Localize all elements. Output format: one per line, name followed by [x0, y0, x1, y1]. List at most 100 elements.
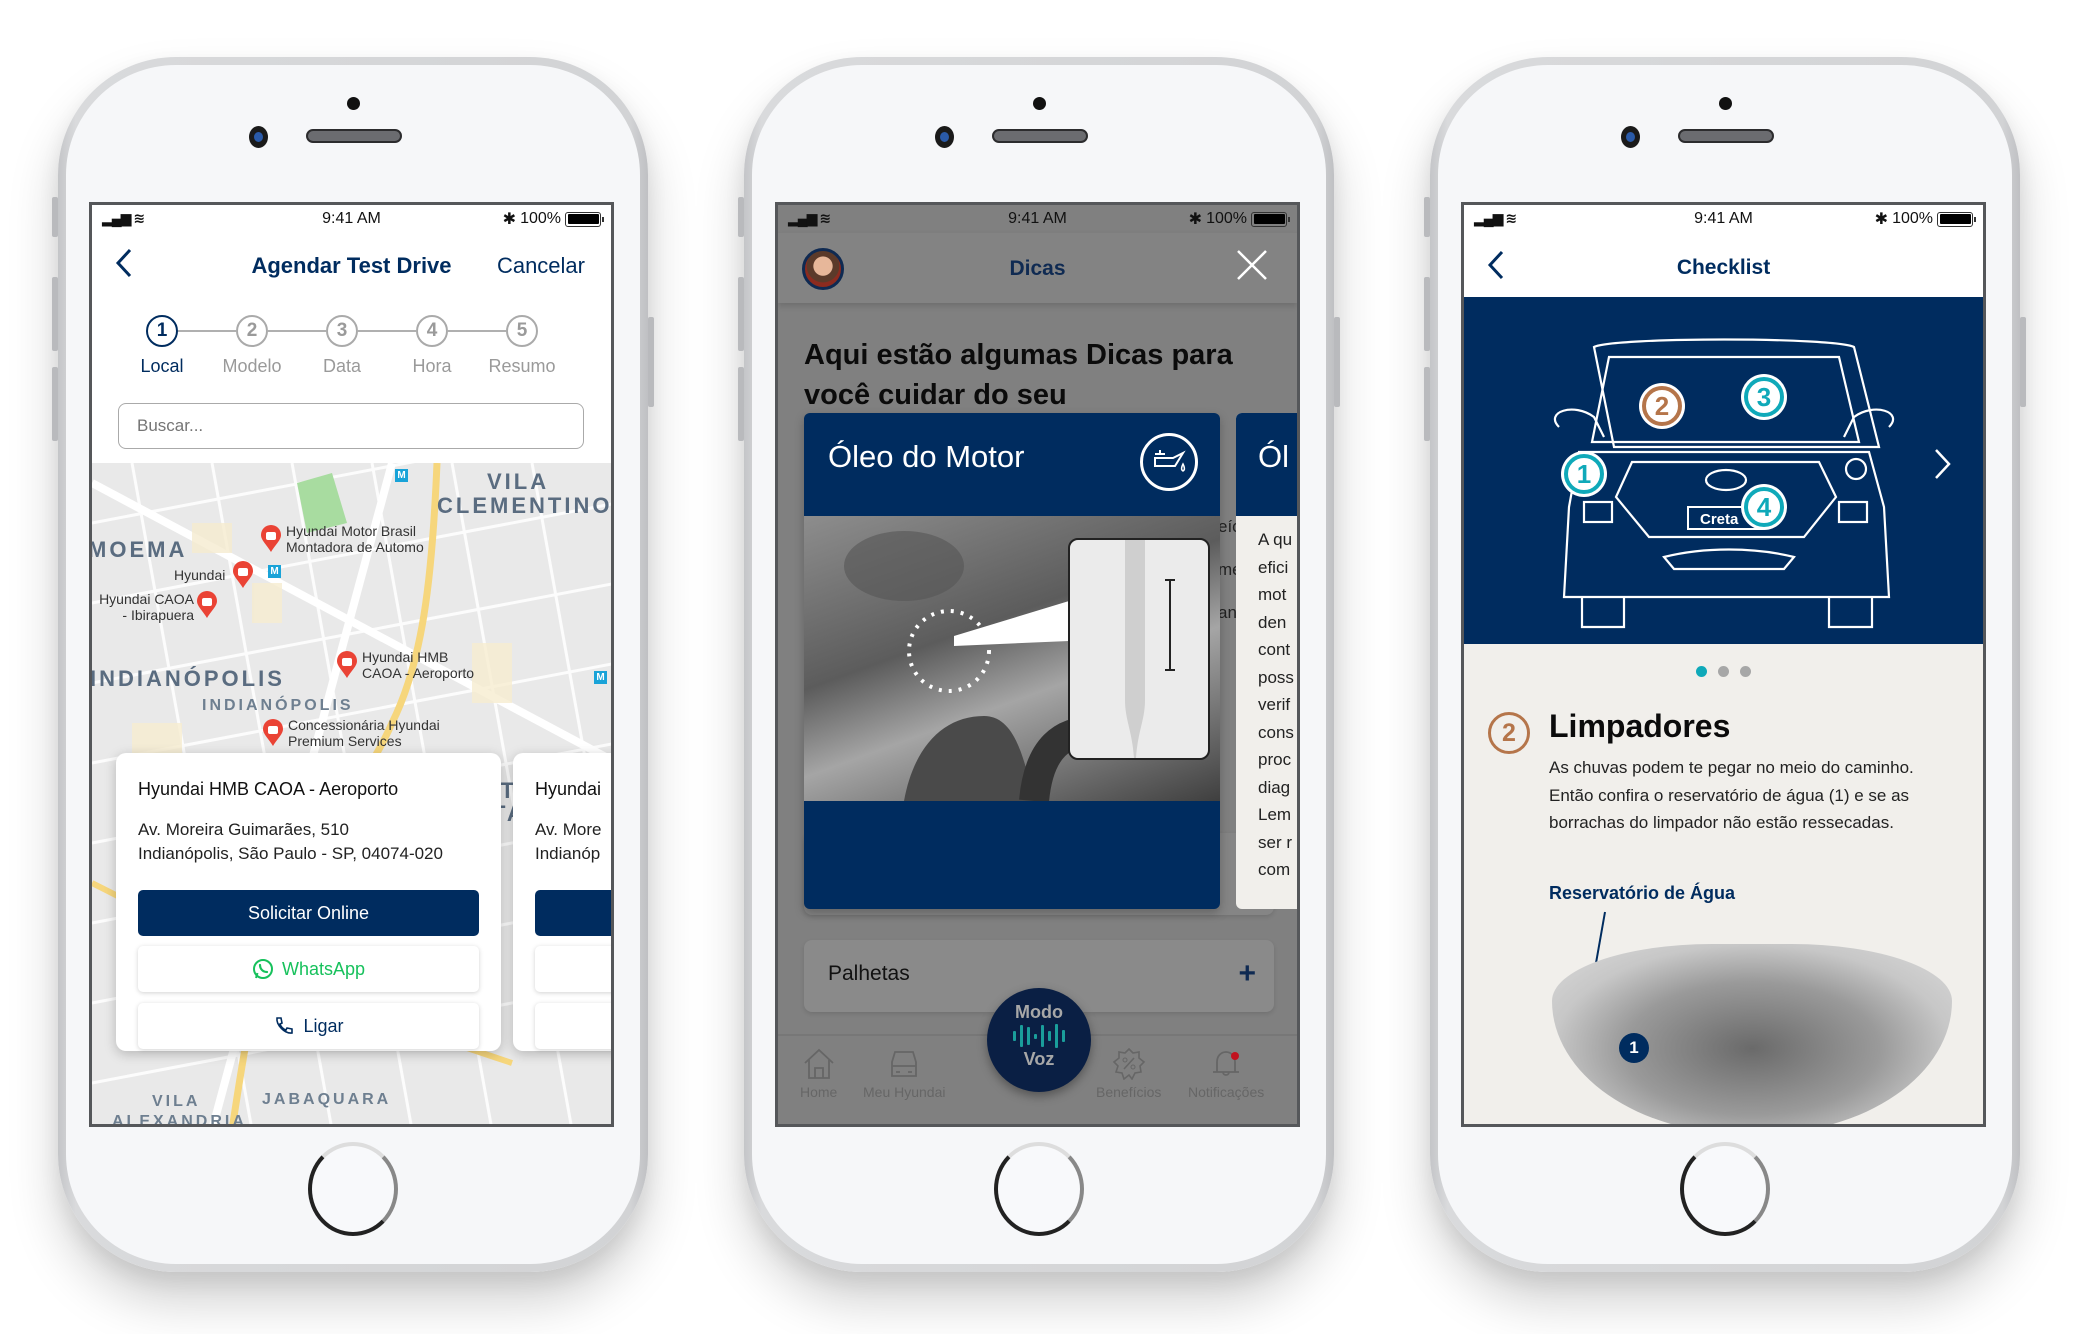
- map-area-label: VILA: [487, 469, 550, 494]
- step-number: 4: [416, 315, 448, 347]
- map-area-label: JABAQUARA: [262, 1091, 392, 1108]
- tip-body-line: mot: [1258, 585, 1287, 604]
- page-dot[interactable]: [1740, 666, 1751, 677]
- whatsapp-button[interactable]: WhatsApp: [138, 946, 479, 992]
- battery-indicator: ✱ 100%: [1189, 209, 1290, 229]
- tip-card-next[interactable]: Ól A qu efici mot den cont poss verif cons proc d…: [1236, 413, 1297, 909]
- pagination-dots: [1464, 666, 1983, 677]
- tip-body-line: den: [1258, 612, 1287, 632]
- pin-label: Concessionária Hyundai Premium Services: [288, 717, 440, 749]
- voice-mode-label: Voz: [1023, 1049, 1055, 1069]
- metro-icon: M: [395, 469, 408, 482]
- earpiece-speaker: [306, 129, 402, 143]
- hotspot-4[interactable]: 4: [1744, 487, 1784, 527]
- hotspot-1[interactable]: 1: [1564, 454, 1604, 494]
- dealer-pin[interactable]: [260, 525, 282, 553]
- step-number: 2: [236, 315, 268, 347]
- search-input[interactable]: [118, 403, 584, 449]
- tip-body-line: proc: [1258, 750, 1292, 769]
- hotspot-3[interactable]: 3: [1744, 377, 1784, 417]
- dealer-pin[interactable]: [196, 591, 218, 619]
- accordion-label: Palhetas: [828, 962, 910, 985]
- step-data[interactable]: 3 Data: [302, 315, 382, 377]
- page-dot[interactable]: [1718, 666, 1729, 677]
- battery-icon: [1251, 211, 1290, 227]
- nav-header: Agendar Test Drive Cancelar: [92, 233, 611, 293]
- tab-home[interactable]: Home: [800, 1048, 837, 1100]
- map-area-label: CLEMENTINO: [437, 493, 611, 518]
- map-area-label: MOEMA: [92, 537, 188, 562]
- phone-frame-3: ▂▄▆ ≋ 9:41 AM ✱ 100% Checklist Creta 2 3…: [1424, 57, 2026, 1272]
- tab-beneficios[interactable]: Benefícios: [1096, 1048, 1161, 1100]
- callout-number: 1: [1619, 1033, 1649, 1063]
- tip-body-line: com: [1258, 860, 1291, 879]
- tip-body-line: diag: [1258, 777, 1291, 797]
- request-online-button[interactable]: [535, 890, 611, 936]
- dealer-address: Av. More Indianóp: [535, 820, 602, 863]
- whatsapp-icon: [252, 959, 273, 979]
- tip-body-line: Lem: [1258, 805, 1292, 824]
- tip-body-line: cons: [1258, 722, 1294, 742]
- map-area-label: ALEXANDRIA: [112, 1113, 247, 1127]
- page-title: Checklist: [1676, 256, 1771, 279]
- close-icon[interactable]: [1235, 248, 1269, 282]
- voice-mode-button[interactable]: Modo Voz: [987, 988, 1091, 1092]
- tip-body-line: ser r: [1258, 832, 1292, 852]
- tip-title: Óleo do Motor: [828, 439, 1025, 474]
- volume-down-button: [738, 367, 744, 441]
- dealer-pin[interactable]: [232, 561, 254, 589]
- chevron-right-icon[interactable]: [1933, 447, 1953, 481]
- dealer-name: Hyundai HMB CAOA - Aeroporto: [138, 779, 399, 799]
- checklist-item-panel: 2 Limpadores As chuvas podem te pegar no…: [1464, 644, 1983, 1124]
- nav-header: Dicas: [778, 233, 1297, 303]
- call-button[interactable]: Ligar: [138, 1003, 479, 1049]
- battery-icon: [1937, 211, 1976, 227]
- dealer-pin[interactable]: [336, 651, 358, 679]
- volume-down-button: [52, 367, 58, 441]
- hotspot-2[interactable]: 2: [1642, 386, 1682, 426]
- volume-up-button: [52, 277, 58, 351]
- step-connector: [448, 330, 506, 332]
- step-hora[interactable]: 4 Hora: [392, 315, 472, 377]
- tip-card-header: Óleo do Motor: [804, 413, 1220, 516]
- oil-can-icon: [1140, 433, 1198, 491]
- tips-heading: Aqui estão algumas Dicas para você cuida…: [804, 339, 1233, 411]
- cancel-button[interactable]: Cancelar: [497, 253, 585, 279]
- tab-notificacoes[interactable]: Notificações: [1188, 1048, 1264, 1100]
- tip-body-line: efici: [1258, 557, 1289, 577]
- call-button[interactable]: [535, 1003, 611, 1049]
- whatsapp-button[interactable]: [535, 946, 611, 992]
- step-number: 5: [506, 315, 538, 347]
- item-description: As chuvas podem te pegar no meio do cami…: [1549, 758, 1914, 832]
- car-model-badge: Creta: [1700, 511, 1739, 528]
- screen-test-drive: ▂▄▆ ≋ 9:41 AM ✱ 100% Agendar Test Drive C…: [89, 202, 614, 1127]
- bluetooth-icon: ✱: [1874, 211, 1889, 228]
- plus-icon[interactable]: +: [1238, 957, 1256, 991]
- request-online-button[interactable]: Solicitar Online: [138, 890, 479, 936]
- voice-mode-label: Modo: [1015, 1002, 1063, 1022]
- home-button[interactable]: [994, 1142, 1084, 1236]
- power-button: [1334, 317, 1340, 407]
- home-button[interactable]: [308, 1142, 398, 1236]
- dealer-pin[interactable]: [262, 719, 284, 747]
- item-number-badge: 2: [1488, 712, 1530, 754]
- battery-percent: 100%: [520, 210, 561, 227]
- battery-icon: [565, 211, 604, 227]
- car-front-illustration: Creta: [1553, 338, 1895, 629]
- tab-label: Notificações: [1188, 1084, 1265, 1100]
- step-local[interactable]: 1 Local: [122, 315, 202, 377]
- dealer-card[interactable]: Hyundai HMB CAOA - Aeroporto Av. Moreira…: [116, 753, 501, 1051]
- home-button[interactable]: [1680, 1142, 1770, 1236]
- page-dot-active[interactable]: [1696, 666, 1707, 677]
- screen-checklist: ▂▄▆ ≋ 9:41 AM ✱ 100% Checklist Creta 2 3…: [1461, 202, 1986, 1127]
- tip-body-line: cont: [1258, 640, 1291, 659]
- phone-frame-2: ▂▄▆ ≋ 9:41 AM ✱ 100% Dicas Aqui estão alg…: [738, 57, 1340, 1272]
- call-label: Ligar: [303, 1015, 344, 1036]
- callout-label: Reservatório de Água: [1549, 883, 1736, 903]
- pin-label: Hyundai Motor Brasil Montadora de Automo: [286, 523, 424, 555]
- tip-card-oleo-motor[interactable]: Óleo do Motor: [804, 413, 1220, 909]
- step-resumo[interactable]: 5 Resumo: [482, 315, 562, 377]
- step-modelo[interactable]: 2 Modelo: [212, 315, 292, 377]
- dealer-card[interactable]: Hyundai Av. More Indianóp: [513, 753, 611, 1051]
- tab-meu-hyundai[interactable]: Meu Hyundai: [863, 1048, 946, 1100]
